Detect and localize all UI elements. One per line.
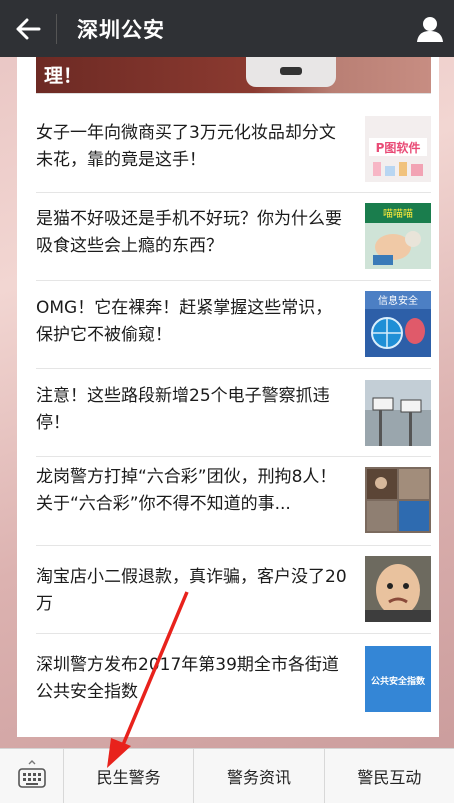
svg-text:喵喵喵: 喵喵喵 bbox=[383, 208, 413, 220]
news-title: 是猫不好吸还是手机不好玩？你为什么要吸食这些会上瘾的东西？ bbox=[36, 209, 342, 256]
article-card: 理！ 女子一年向微商买了3万元化妆品却分文未花，靠的竟是这手！ P图软件 是猫不… bbox=[17, 57, 439, 737]
news-thumbnail: 公共安全指数 bbox=[365, 646, 431, 712]
profile-button[interactable] bbox=[406, 0, 454, 57]
news-item[interactable]: 龙岗警方打掉“六合彩”团伙，刑拘8人！关于“六合彩”你不得不知道的事... bbox=[36, 457, 431, 546]
svg-text:P图软件: P图软件 bbox=[376, 140, 421, 155]
svg-text:信息安全: 信息安全 bbox=[378, 294, 418, 307]
news-item[interactable]: 深圳警方发布2017年第39期全市各街道公共安全指数 公共安全指数 bbox=[36, 634, 431, 722]
bottom-menu: 民生警务 警务资讯 警民互动 bbox=[0, 748, 454, 803]
news-title: 注意！这些路段新增25个电子警察抓违停！ bbox=[36, 386, 330, 433]
news-thumbnail: 喵喵喵 bbox=[365, 203, 431, 269]
cover-text: 理！ bbox=[44, 65, 83, 87]
news-title: 女子一年向微商买了3万元化妆品却分文未花，靠的竟是这手！ bbox=[36, 123, 336, 170]
keyboard-icon bbox=[17, 760, 46, 788]
news-title: OMG！它在裸奔！赶紧掌握这些常识，保护它不被偷窥！ bbox=[36, 298, 333, 345]
news-thumbnail bbox=[365, 380, 431, 446]
person-icon bbox=[417, 16, 443, 42]
keyboard-toggle-button[interactable] bbox=[0, 749, 64, 803]
menu-item-interaction[interactable]: 警民互动 bbox=[325, 749, 454, 803]
back-button[interactable] bbox=[0, 0, 56, 57]
news-title: 深圳警方发布2017年第39期全市各街道公共安全指数 bbox=[36, 655, 339, 702]
phone-illustration bbox=[246, 57, 336, 87]
news-item[interactable]: 女子一年向微商买了3万元化妆品却分文未花，靠的竟是这手！ P图软件 bbox=[36, 110, 431, 193]
header-divider bbox=[56, 13, 57, 44]
arrow-left-icon bbox=[16, 18, 41, 39]
top-bar: 深圳公安 bbox=[0, 0, 454, 57]
menu-item-minsheng[interactable]: 民生警务 bbox=[64, 749, 195, 803]
news-item[interactable]: 淘宝店小二假退款，真诈骗，客户没了20万 bbox=[36, 546, 431, 634]
news-list: 女子一年向微商买了3万元化妆品却分文未花，靠的竟是这手！ P图软件 是猫不好吸还… bbox=[36, 110, 431, 722]
news-thumbnail bbox=[365, 467, 431, 533]
svg-text:公共安全指数: 公共安全指数 bbox=[371, 675, 426, 687]
news-item[interactable]: 注意！这些路段新增25个电子警察抓违停！ bbox=[36, 369, 431, 457]
page-title: 深圳公安 bbox=[77, 17, 165, 42]
news-title: 龙岗警方打掉“六合彩”团伙，刑拘8人！关于“六合彩”你不得不知道的事... bbox=[36, 467, 337, 514]
news-item[interactable]: 是猫不好吸还是手机不好玩？你为什么要吸食这些会上瘾的东西？ 喵喵喵 bbox=[36, 193, 431, 281]
news-title: 淘宝店小二假退款，真诈骗，客户没了20万 bbox=[36, 567, 347, 614]
news-thumbnail: P图软件 bbox=[365, 116, 431, 182]
cover-image[interactable]: 理！ bbox=[36, 57, 431, 94]
news-thumbnail bbox=[365, 556, 431, 622]
news-item[interactable]: OMG！它在裸奔！赶紧掌握这些常识，保护它不被偷窥！ 信息安全 bbox=[36, 281, 431, 369]
menu-item-news[interactable]: 警务资讯 bbox=[194, 749, 325, 803]
news-thumbnail: 信息安全 bbox=[365, 291, 431, 357]
